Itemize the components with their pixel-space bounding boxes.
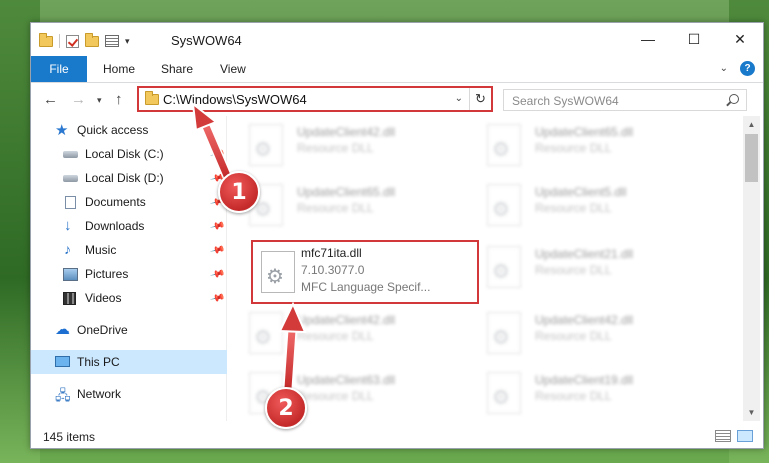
arrow-1: [191, 101, 233, 183]
annotation-marker-2: 2: [265, 387, 307, 429]
annotation-marker-1: 1: [218, 171, 260, 213]
annotation-arrows: [191, 101, 307, 393]
arrow-2: [278, 301, 307, 393]
